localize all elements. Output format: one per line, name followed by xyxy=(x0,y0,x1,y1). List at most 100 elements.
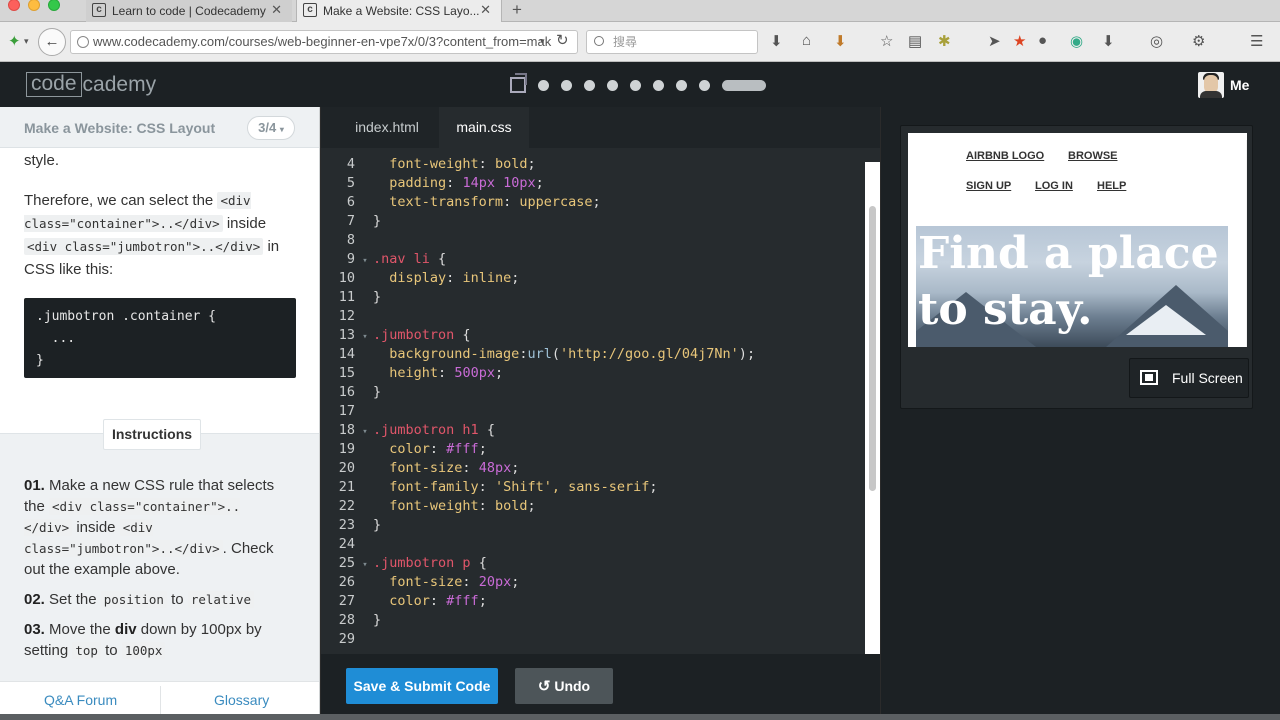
overview-icon[interactable] xyxy=(510,73,527,93)
instructions-tab[interactable]: Instructions xyxy=(103,419,201,450)
codecademy-logo[interactable]: code cademy xyxy=(26,72,156,97)
chevron-down-icon[interactable]: ▾ xyxy=(24,36,29,47)
progress-dot[interactable] xyxy=(630,79,641,91)
code-line[interactable]: 29 xyxy=(321,630,861,649)
preview-nav-link[interactable]: SIGN UP xyxy=(966,180,1011,192)
gear-extension-icon[interactable]: ✱ xyxy=(938,32,951,50)
undo-button[interactable]: ↺ Undo xyxy=(515,668,613,704)
tab-index-html[interactable]: index.html xyxy=(337,107,437,148)
progress-dot[interactable] xyxy=(653,79,664,91)
line-number: 21 xyxy=(338,479,355,495)
code-text: color: #fff; xyxy=(389,441,487,457)
circle-extension-icon[interactable]: ◎ xyxy=(1150,32,1163,50)
avatar[interactable] xyxy=(1198,72,1224,98)
extension-icon[interactable]: ✦ xyxy=(8,32,21,50)
browser-tab-active[interactable]: c Make a Website: CSS Layo... ✕ xyxy=(296,0,502,22)
code-area[interactable]: 4 font-weight: bold; 5 padding: 14px 10px… xyxy=(321,155,861,653)
reload-icon[interactable]: ↻ xyxy=(556,31,569,49)
close-window-button[interactable] xyxy=(8,0,20,11)
undo-icon: ↺ xyxy=(537,678,551,695)
line-number: 20 xyxy=(338,460,355,476)
code-text: } xyxy=(373,612,382,628)
reading-list-icon[interactable]: ▤ xyxy=(908,32,922,50)
pocket-icon[interactable]: ⬇ xyxy=(834,32,847,50)
progress-dot[interactable] xyxy=(607,79,618,91)
code-line[interactable]: 22 font-weight: bold; xyxy=(321,497,861,516)
maximize-window-button[interactable] xyxy=(48,0,60,11)
code-text: .jumbotron h1 { xyxy=(373,422,495,438)
menu-icon[interactable]: ☰ xyxy=(1250,32,1263,50)
code-line[interactable]: 4 font-weight: bold; xyxy=(321,155,861,174)
bookmark-star-icon[interactable]: ☆ xyxy=(880,32,893,50)
progress-dot[interactable] xyxy=(561,79,572,91)
code-text: display: inline; xyxy=(389,270,520,286)
code-line[interactable]: 9 ▾ .nav li { xyxy=(321,250,861,269)
code-line[interactable]: 20 font-size: 48px; xyxy=(321,459,861,478)
code-line[interactable]: 16} xyxy=(321,383,861,402)
code-line[interactable]: 27 color: #fff; xyxy=(321,592,861,611)
star-extension-icon[interactable]: ★ xyxy=(1013,32,1026,50)
tab-main-css[interactable]: main.css xyxy=(439,107,529,148)
code-line[interactable]: 26 font-size: 20px; xyxy=(321,573,861,592)
back-button[interactable]: ← xyxy=(38,28,66,56)
code-line[interactable]: 23} xyxy=(321,516,861,535)
url-dropdown-icon[interactable]: ▾ xyxy=(540,36,545,47)
step-selector[interactable]: 3/4 ▾ xyxy=(247,116,295,140)
search-input[interactable]: 搜尋 xyxy=(586,30,758,54)
tab-close-icon[interactable]: ✕ xyxy=(271,2,282,18)
editor-scrollbar[interactable] xyxy=(865,162,880,655)
full-screen-button[interactable]: Full Screen xyxy=(1129,358,1249,398)
code-line[interactable]: 18 ▾ .jumbotron h1 { xyxy=(321,421,861,440)
code-line[interactable]: 13 ▾ .jumbotron { xyxy=(321,326,861,345)
colors-extension-icon[interactable]: ◉ xyxy=(1070,32,1083,50)
url-bar[interactable]: www.codecademy.com/courses/web-beginner-… xyxy=(70,30,578,54)
download-icon[interactable]: ⬇ xyxy=(770,32,783,50)
code-line[interactable]: 24 xyxy=(321,535,861,554)
home-icon[interactable]: ⌂ xyxy=(802,32,811,49)
instruction-item: 02. Set the position to relative xyxy=(24,589,286,610)
progress-dot[interactable] xyxy=(676,79,687,91)
code-line[interactable]: 8 xyxy=(321,231,861,250)
user-menu[interactable]: Me xyxy=(1230,77,1249,93)
code-line[interactable]: 6 text-transform: uppercase; xyxy=(321,193,861,212)
scrollbar-thumb[interactable] xyxy=(869,206,876,491)
code-line[interactable]: 15 height: 500px; xyxy=(321,364,861,383)
fullscreen-icon xyxy=(1140,370,1158,385)
code-line[interactable]: 21 font-family: 'Shift', sans-serif; xyxy=(321,478,861,497)
line-number: 16 xyxy=(338,384,355,400)
progress-current[interactable] xyxy=(722,79,766,91)
code-line[interactable]: 14 background-image:url('http://goo.gl/0… xyxy=(321,345,861,364)
chat-icon[interactable]: ● xyxy=(1038,32,1047,49)
code-line[interactable]: 5 padding: 14px 10px; xyxy=(321,174,861,193)
preview-frame[interactable]: AIRBNB LOGO BROWSE SIGN UP LOG IN HELP F… xyxy=(908,133,1247,347)
code-line[interactable]: 12 xyxy=(321,307,861,326)
code-line[interactable]: 7} xyxy=(321,212,861,231)
preview-nav-link[interactable]: BROWSE xyxy=(1068,150,1118,162)
code-text: padding: 14px 10px; xyxy=(389,175,544,191)
code-line[interactable]: 10 display: inline; xyxy=(321,269,861,288)
minimize-window-button[interactable] xyxy=(28,0,40,11)
qa-forum-link[interactable]: Q&A Forum xyxy=(44,692,117,708)
glossary-link[interactable]: Glossary xyxy=(214,692,269,708)
code-line[interactable]: 11} xyxy=(321,288,861,307)
tools-icon[interactable]: ⚙ xyxy=(1192,32,1205,50)
progress-dot[interactable] xyxy=(538,79,549,91)
preview-nav-link[interactable]: AIRBNB LOGO xyxy=(966,150,1044,162)
progress-dot[interactable] xyxy=(584,79,595,91)
code-line[interactable]: 25 ▾ .jumbotron p { xyxy=(321,554,861,573)
tab-close-icon[interactable]: ✕ xyxy=(480,2,491,18)
progress-dot[interactable] xyxy=(699,79,710,91)
new-tab-icon[interactable]: + xyxy=(512,0,522,20)
preview-nav-link[interactable]: LOG IN xyxy=(1035,180,1073,192)
browser-tab-learn[interactable]: c Learn to code | Codecademy ✕ xyxy=(86,0,292,22)
line-number: 13 xyxy=(338,327,355,343)
code-line[interactable]: 17 xyxy=(321,402,861,421)
editor-footer: Save & Submit Code ↺ Undo xyxy=(321,654,880,720)
preview-scrollbar[interactable] xyxy=(1246,140,1247,347)
save-submit-button[interactable]: Save & Submit Code xyxy=(346,668,498,704)
code-line[interactable]: 28} xyxy=(321,611,861,630)
preview-nav-link[interactable]: HELP xyxy=(1097,180,1126,192)
code-line[interactable]: 19 color: #fff; xyxy=(321,440,861,459)
download-arrow-icon[interactable]: ⬇ xyxy=(1102,32,1115,50)
send-icon[interactable]: ➤ xyxy=(988,32,1001,50)
